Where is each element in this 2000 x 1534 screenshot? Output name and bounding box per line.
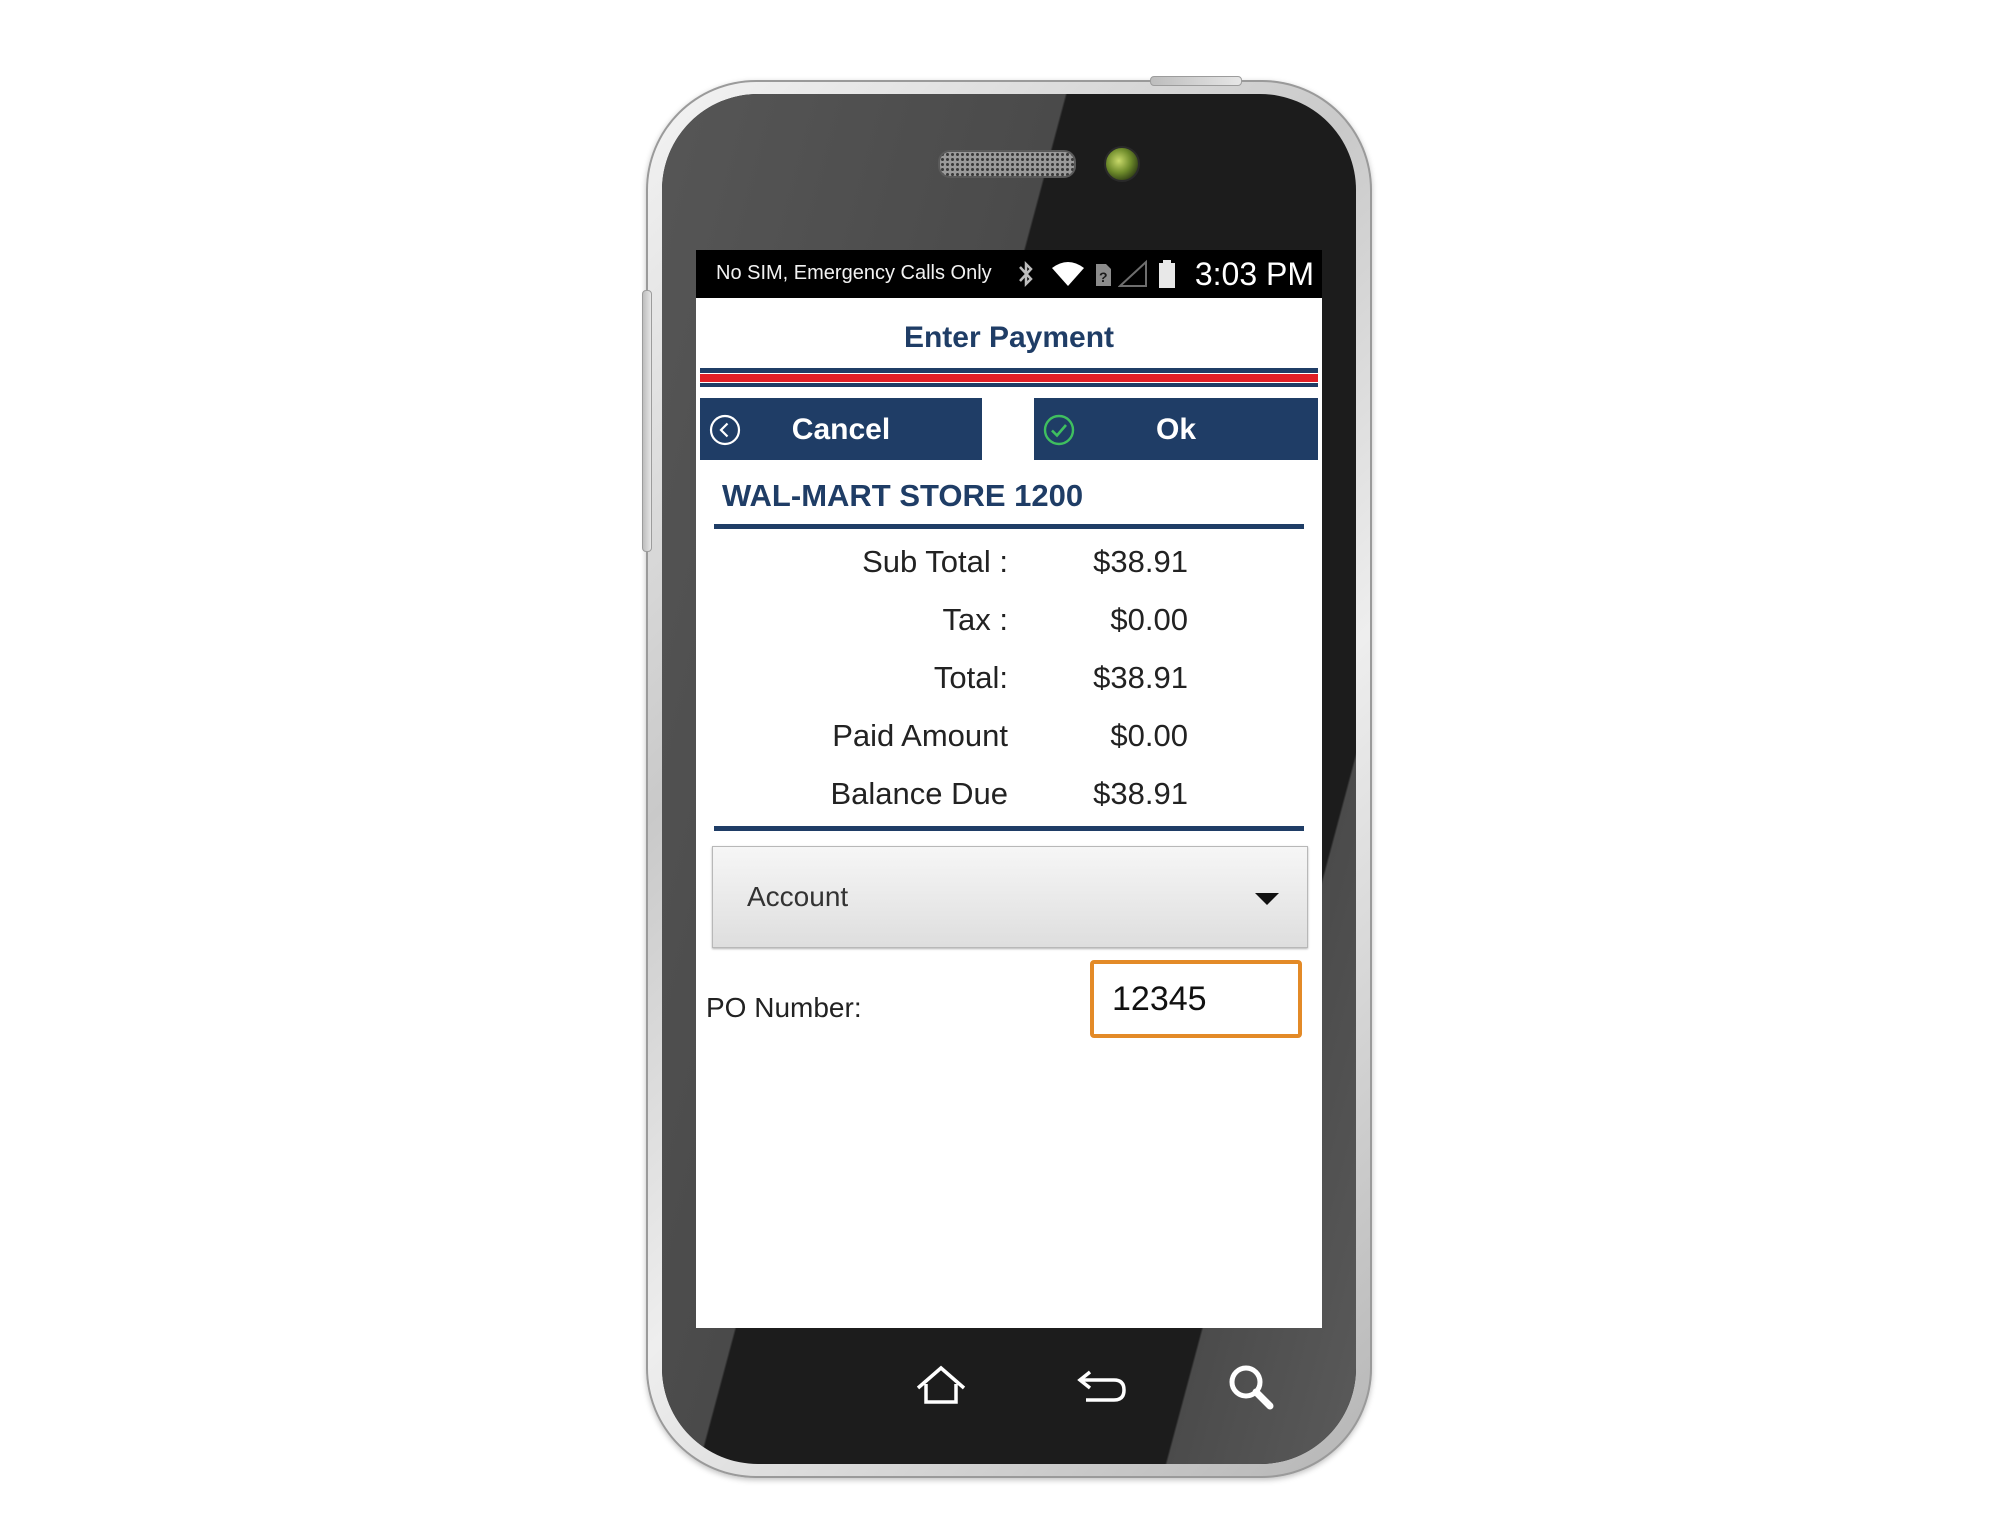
totals-top-divider	[714, 524, 1304, 529]
carrier-status: No SIM, Emergency Calls Only	[716, 262, 992, 284]
menu-key[interactable]	[756, 1356, 826, 1416]
header-divider-bottom	[700, 383, 1318, 387]
totals-label: Tax :	[942, 602, 1008, 637]
header-divider-accent	[700, 374, 1318, 382]
power-button	[1150, 76, 1242, 86]
po-number-input[interactable]	[1090, 960, 1302, 1038]
ok-label: Ok	[1155, 413, 1197, 446]
totals-label: Sub Total :	[862, 544, 1008, 579]
totals-row: Paid Amount $0.00	[696, 718, 1322, 768]
page-title: Enter Payment	[903, 321, 1115, 354]
po-number-label: PO Number:	[706, 992, 862, 1023]
svg-text:?: ?	[1099, 269, 1108, 285]
phone-screen: No SIM, Emergency Calls Only ? 3:03 PM E…	[696, 250, 1322, 1328]
back-key[interactable]	[1066, 1356, 1136, 1416]
totals-row: Tax : $0.00	[696, 602, 1322, 652]
totals-label: Total:	[933, 660, 1008, 695]
status-bar: No SIM, Emergency Calls Only ? 3:03 PM	[696, 250, 1322, 298]
totals-value: $38.91	[1093, 776, 1188, 811]
search-key[interactable]	[1216, 1356, 1286, 1416]
caret-down-icon	[1255, 893, 1279, 905]
totals-value: $38.91	[1093, 544, 1188, 579]
ok-button[interactable]: Ok	[1034, 398, 1318, 460]
menu-icon	[756, 1356, 826, 1416]
back-icon	[1077, 1370, 1126, 1402]
totals-label: Balance Due	[830, 776, 1008, 811]
totals-value: $38.91	[1093, 660, 1188, 695]
payment-method-dropdown[interactable]: Account	[712, 846, 1308, 948]
totals-row: Balance Due $38.91	[696, 776, 1322, 826]
battery-icon	[1159, 260, 1175, 288]
cancel-label: Cancel	[791, 413, 891, 446]
totals-row: Total: $38.91	[696, 660, 1322, 710]
totals-value: $0.00	[1110, 718, 1188, 753]
payment-method-value: Account	[747, 881, 849, 912]
wifi-icon	[1052, 262, 1084, 286]
sim-missing-icon: ?	[1096, 264, 1111, 286]
home-icon	[916, 1365, 966, 1404]
volume-button	[642, 290, 652, 552]
cancel-button[interactable]: Cancel	[700, 398, 982, 460]
status-time: 3:03 PM	[1194, 256, 1314, 292]
signal-icon	[1118, 259, 1147, 287]
store-name: WAL-MART STORE 1200	[722, 478, 1084, 513]
front-camera	[1104, 146, 1140, 182]
earpiece-speaker	[938, 150, 1076, 178]
search-icon	[1229, 1365, 1274, 1410]
totals-label: Paid Amount	[832, 718, 1008, 753]
totals-value: $0.00	[1110, 602, 1188, 637]
home-key[interactable]	[906, 1356, 976, 1416]
totals-bottom-divider	[714, 826, 1304, 831]
header-divider	[700, 368, 1318, 373]
bluetooth-icon	[1019, 260, 1033, 288]
totals-row: Sub Total : $38.91	[696, 544, 1322, 594]
